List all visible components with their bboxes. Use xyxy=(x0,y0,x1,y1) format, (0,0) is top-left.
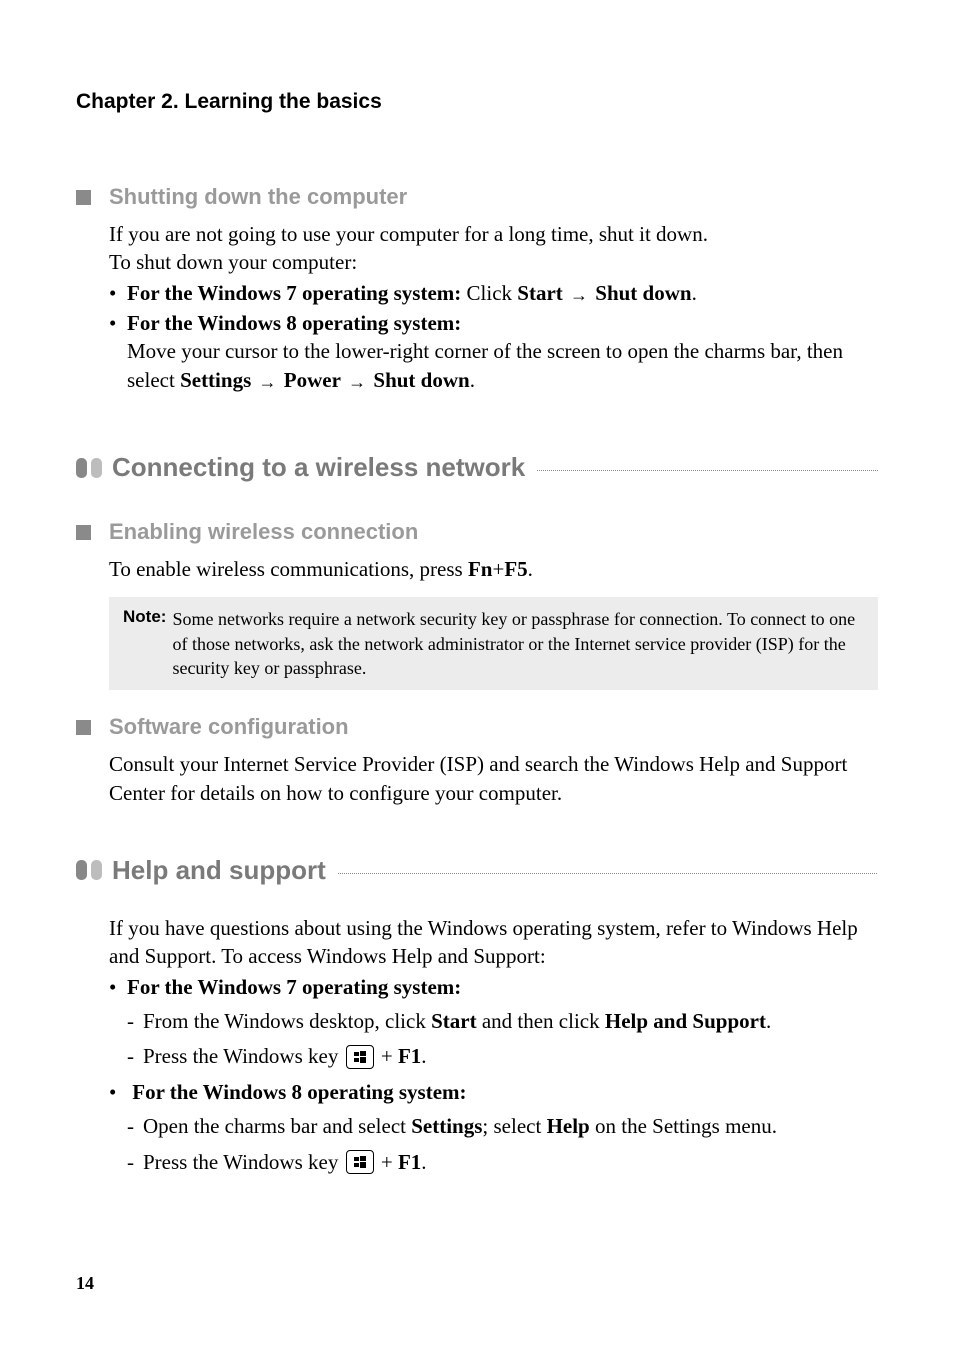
note-text: Some networks require a network security… xyxy=(172,607,868,680)
bullet-dot-icon: • xyxy=(109,309,127,337)
bold-text: For the Windows 7 operating system: xyxy=(127,281,467,305)
windows-key-icon xyxy=(346,1150,374,1174)
divider-line xyxy=(537,470,878,471)
ui-label-shutdown: Shut down xyxy=(595,281,691,305)
pill-icon xyxy=(91,860,102,880)
bold-text: For the Windows 7 operating system: xyxy=(127,975,461,999)
text: To enable wireless communications, press xyxy=(109,557,468,581)
arrow-icon: → xyxy=(568,285,590,305)
ui-label-settings: Settings xyxy=(180,368,251,392)
divider-line xyxy=(338,873,878,874)
bullet-dot-icon: • xyxy=(109,279,127,307)
text: . xyxy=(528,557,533,581)
ui-label-start: Start xyxy=(431,1009,477,1033)
ui-label-start: Start xyxy=(517,281,563,305)
bullet-item: • For the Windows 7 operating system: Cl… xyxy=(109,279,878,307)
arrow-icon: → xyxy=(346,372,368,392)
text: ; select xyxy=(482,1114,546,1138)
bullet-dot-icon: • xyxy=(109,1078,127,1106)
dash-icon: - xyxy=(127,1007,143,1035)
pill-icon xyxy=(91,458,102,478)
windows-key-icon xyxy=(346,1045,374,1069)
bullet-dot-icon: • xyxy=(109,973,127,1001)
bullet-item: • For the Windows 8 operating system: Mo… xyxy=(109,309,878,394)
bullet-square-icon xyxy=(76,525,91,540)
section-software-config: Software configuration Consult your Inte… xyxy=(76,714,878,807)
text: . xyxy=(692,281,697,305)
key-fn: Fn xyxy=(468,557,493,581)
text: + xyxy=(492,557,504,581)
bullet-item: • For the Windows 8 operating system: xyxy=(109,1078,878,1106)
subheading-shutting-down: Shutting down the computer xyxy=(109,184,407,210)
bold-text: For the Windows 8 operating system: xyxy=(132,1080,466,1104)
text: Click xyxy=(467,281,518,305)
text: . xyxy=(421,1150,426,1174)
text: Press the Windows key xyxy=(143,1044,344,1068)
paragraph: If you have questions about using the Wi… xyxy=(109,914,878,971)
section-heading-help: Help and support xyxy=(76,855,878,886)
chapter-title: Chapter 2. Learning the basics xyxy=(76,90,878,114)
body-text: If you have questions about using the Wi… xyxy=(109,914,878,1177)
note-label: Note: xyxy=(123,607,172,627)
pill-icon xyxy=(76,860,87,880)
text: . xyxy=(421,1044,426,1068)
dash-icon: - xyxy=(127,1042,143,1070)
text: From the Windows desktop, click xyxy=(143,1009,431,1033)
text: + xyxy=(376,1044,398,1068)
section-title: Connecting to a wireless network xyxy=(112,452,525,483)
text: . xyxy=(766,1009,771,1033)
ui-label-help-support: Help and Support xyxy=(605,1009,766,1033)
bullet-square-icon xyxy=(76,720,91,735)
paragraph: To shut down your computer: xyxy=(109,248,878,276)
key-f1: F1 xyxy=(398,1150,421,1174)
paragraph: If you are not going to use your compute… xyxy=(109,220,878,248)
body-text: Consult your Internet Service Provider (… xyxy=(109,750,878,807)
ui-label-shutdown: Shut down xyxy=(373,368,469,392)
pill-icon xyxy=(76,458,87,478)
ui-label-help: Help xyxy=(547,1114,590,1138)
dash-item: - From the Windows desktop, click Start … xyxy=(127,1007,878,1036)
dash-icon: - xyxy=(127,1148,143,1176)
key-f5: F5 xyxy=(504,557,527,581)
key-f1: F1 xyxy=(398,1044,421,1068)
dash-icon: - xyxy=(127,1112,143,1140)
section-heading-wireless: Connecting to a wireless network xyxy=(76,452,878,483)
section-shutting-down: Shutting down the computer If you are no… xyxy=(76,184,878,394)
arrow-icon: → xyxy=(257,372,279,392)
ui-label-settings: Settings xyxy=(411,1114,482,1138)
text: Press the Windows key xyxy=(143,1150,344,1174)
text: on the Settings menu. xyxy=(590,1114,777,1138)
note-box: Note: Some networks require a network se… xyxy=(109,597,878,690)
ui-label-power: Power xyxy=(284,368,341,392)
body-text: If you are not going to use your compute… xyxy=(109,220,878,394)
bold-text: For the Windows 8 operating system: xyxy=(127,311,461,335)
text: Open the charms bar and select xyxy=(143,1114,411,1138)
text: and then click xyxy=(477,1009,605,1033)
section-title: Help and support xyxy=(112,855,326,886)
section-enabling-wireless: Enabling wireless connection To enable w… xyxy=(76,519,878,583)
dash-item: - Open the charms bar and select Setting… xyxy=(127,1112,878,1141)
body-text: To enable wireless communications, press… xyxy=(109,555,878,583)
bullet-item: • For the Windows 7 operating system: xyxy=(109,973,878,1001)
page-number: 14 xyxy=(76,1273,94,1294)
text: + xyxy=(376,1150,398,1174)
subheading-software-config: Software configuration xyxy=(109,714,349,740)
text: . xyxy=(470,368,475,392)
dash-item: - Press the Windows key + F1. xyxy=(127,1042,878,1071)
subheading-enabling-wireless: Enabling wireless connection xyxy=(109,519,418,545)
dash-item: - Press the Windows key + F1. xyxy=(127,1148,878,1177)
bullet-square-icon xyxy=(76,190,91,205)
